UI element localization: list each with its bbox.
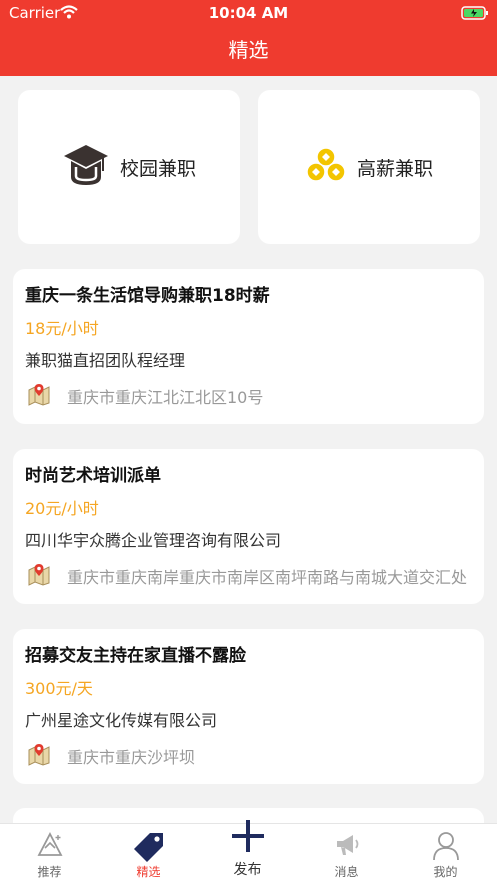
tab-featured[interactable]: 精选 — [99, 824, 198, 884]
map-pin-icon — [27, 742, 51, 770]
job-title: 时尚艺术培训派单 — [25, 466, 161, 486]
job-salary: 20元/小时 — [25, 499, 99, 518]
job-card[interactable]: 时尚艺术培训派单 20元/小时 四川华宇众腾企业管理咨询有限公司 重庆市重庆南岸… — [13, 449, 484, 604]
job-card[interactable]: 重庆一条生活馆导购兼职18时薪 18元/小时 兼职猫直招团队程经理 重庆市重庆江… — [13, 269, 484, 424]
tab-messages[interactable]: 消息 — [297, 824, 396, 884]
high-salary-parttime-label: 高薪兼职 — [356, 157, 433, 180]
tab-bar: 推荐 精选 发布 消息 我的 — [0, 820, 497, 884]
tab-recommend[interactable]: 推荐 — [0, 824, 99, 884]
job-company: 四川华宇众腾企业管理咨询有限公司 — [25, 531, 282, 550]
tab-label: 消息 — [334, 865, 359, 879]
tab-label: 精选 — [136, 865, 161, 879]
job-salary: 18元/小时 — [25, 319, 99, 338]
campus-parttime-card[interactable]: 校园兼职 — [18, 90, 240, 244]
status-bar: Carrier 10:04 AM — [0, 0, 497, 26]
recommend-icon — [0, 831, 99, 861]
tab-label: 我的 — [433, 865, 458, 879]
job-title: 重庆一条生活馆导购兼职18时薪 — [25, 286, 270, 306]
job-salary: 300元/天 — [25, 679, 93, 698]
tag-icon — [99, 831, 198, 862]
battery-icon — [461, 6, 489, 24]
page-title: 精选 — [228, 38, 269, 62]
tab-label: 推荐 — [37, 865, 62, 879]
tab-publish[interactable]: 发布 — [198, 820, 297, 884]
job-location: 重庆市重庆沙坪坝 — [67, 748, 196, 767]
job-location: 重庆市重庆江北江北区10号 — [67, 388, 264, 407]
plus-icon — [198, 816, 297, 852]
campus-parttime-label: 校园兼职 — [119, 157, 196, 180]
clock: 10:04 AM — [208, 4, 289, 22]
megaphone-icon — [297, 831, 396, 861]
tab-profile[interactable]: 我的 — [396, 824, 495, 884]
tab-label: 发布 — [233, 862, 262, 878]
graduation-cap-icon — [62, 141, 110, 193]
job-card[interactable]: 招募交友主持在家直播不露脸 300元/天 广州星途文化传媒有限公司 重庆市重庆沙… — [13, 629, 484, 784]
map-pin-icon — [27, 562, 51, 590]
high-salary-parttime-card[interactable]: 高薪兼职 — [258, 90, 480, 244]
job-location: 重庆市重庆南岸重庆市南岸区南坪南路与南城大道交汇处 — [67, 568, 467, 587]
nav-bar: 精选 — [0, 26, 497, 76]
map-pin-icon — [27, 382, 51, 410]
job-company: 广州星途文化传媒有限公司 — [25, 711, 218, 730]
gold-coins-icon — [305, 146, 347, 188]
job-company: 兼职猫直招团队程经理 — [25, 351, 186, 370]
job-title: 招募交友主持在家直播不露脸 — [25, 646, 246, 666]
user-icon — [396, 831, 495, 861]
